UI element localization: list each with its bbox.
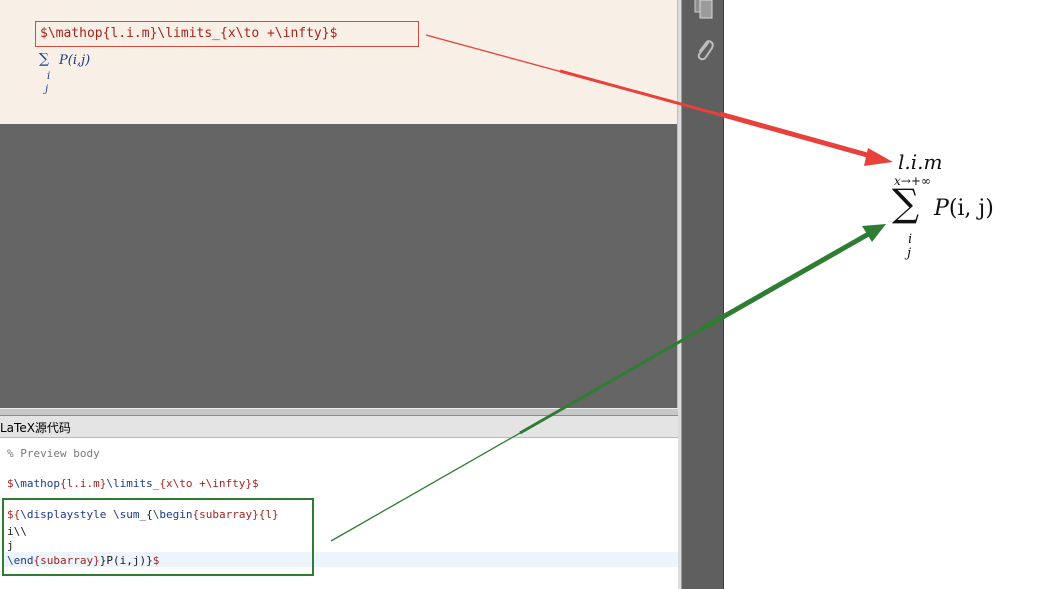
latex-source-text: $\mathop{l.i.m}\limits_{x\to +\infty}$ — [40, 26, 338, 41]
rendered-index-j: j — [907, 246, 912, 261]
attachment-icon[interactable] — [693, 38, 715, 62]
rendered-term: P(i, j) — [934, 196, 994, 221]
code-token: {l.i.m} — [59, 477, 107, 490]
copy-pages-icon[interactable] — [692, 0, 714, 20]
source-panel-title: LaTeX源代码 — [0, 421, 71, 435]
preview-index-i: i — [47, 71, 51, 82]
editor-preview-area: $\mathop{l.i.m}\limits_{x\to +\infty}$ ∑… — [0, 0, 680, 124]
latex-source-highlight[interactable]: $\mathop{l.i.m}\limits_{x\to +\infty}$ — [35, 21, 419, 47]
rendered-sigma: ∑ — [892, 181, 920, 225]
preview-index-j: j — [45, 84, 49, 95]
side-toolbar — [682, 0, 724, 589]
source-panel-splitter[interactable] — [0, 408, 678, 416]
rendered-operator: l.i.m — [898, 150, 943, 174]
gray-workspace — [0, 124, 680, 408]
source-panel-header: LaTeX源代码 — [0, 416, 678, 438]
code-line-comment: % Preview body — [7, 447, 100, 460]
preview-sum-term: P(i,j) — [59, 53, 91, 68]
rendered-term-P: P — [934, 196, 949, 221]
code-token: \limits_ — [106, 477, 160, 490]
code-token: $ — [252, 477, 259, 490]
code-token: {x\to +\infty} — [159, 477, 253, 490]
sum-code-highlight — [2, 498, 314, 576]
code-token: \mathop — [13, 477, 60, 490]
code-token: $ — [7, 477, 14, 490]
rendered-index-i: i — [908, 232, 913, 247]
rendered-output-panel — [724, 0, 1047, 589]
rendered-term-args: (i, j) — [948, 196, 994, 221]
preview-sigma: ∑ — [39, 51, 49, 67]
code-line-mathop: $\mathop{l.i.m}\limits_{x\to +\infty}$ — [7, 477, 259, 490]
